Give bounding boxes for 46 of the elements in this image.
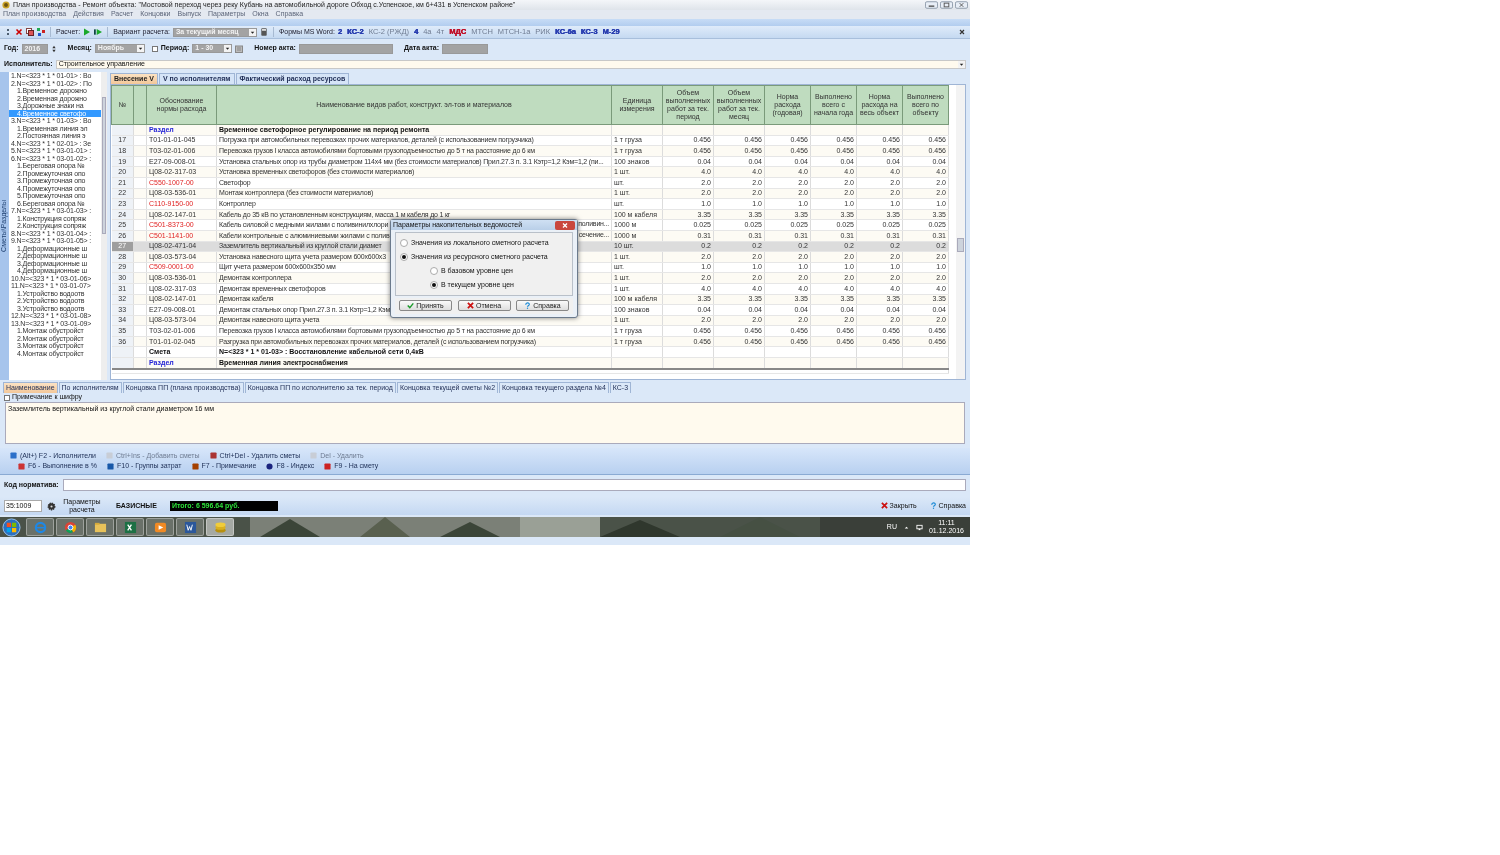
gear-icon[interactable] [47,501,56,511]
radio-button[interactable] [400,239,408,247]
delete-icon[interactable] [15,28,23,36]
tree-icon[interactable] [37,28,45,36]
dots-icon[interactable] [4,28,12,36]
action-icon [209,452,217,460]
taskbar-app[interactable] [116,518,144,536]
app-icon [93,520,107,534]
radio-button[interactable] [430,267,438,275]
taskbar-app[interactable] [86,518,114,536]
app-icon [2,1,10,9]
action-icon [191,462,199,470]
app-icon [123,520,137,534]
close-button[interactable] [955,1,968,9]
app-icon [153,520,167,534]
copy-icon[interactable] [26,28,34,36]
network-icon[interactable] [915,523,923,531]
radio-button[interactable] [400,253,408,261]
help-icon [929,502,937,510]
note-checkbox[interactable] [4,394,10,401]
check-icon [407,302,415,309]
scrollbar[interactable] [956,85,965,379]
minimize-button[interactable] [925,1,938,9]
app-icon [183,520,197,534]
close-icon[interactable] [958,28,966,36]
taskbar-app[interactable] [176,518,204,536]
close-button[interactable] [555,220,575,230]
play-step-icon[interactable] [94,28,103,36]
app-icon [63,520,77,534]
taskbar-app[interactable] [56,518,84,536]
taskbar-app[interactable] [146,518,174,536]
help-icon [524,302,532,309]
app-icon [213,520,227,534]
scrollbar[interactable] [101,72,107,380]
action-icon [266,462,274,470]
norm-code-field[interactable] [62,479,966,491]
cross-icon [880,502,888,510]
cross-icon [466,302,474,309]
radio-button[interactable] [430,281,438,289]
app-icon [33,520,47,534]
caret-icon[interactable] [958,60,965,68]
start-button[interactable] [2,517,21,537]
spin-arrows-icon[interactable] [50,43,57,54]
maximize-button[interactable] [940,1,953,9]
calculator-icon[interactable] [260,28,268,36]
calendar-icon[interactable] [235,44,244,53]
